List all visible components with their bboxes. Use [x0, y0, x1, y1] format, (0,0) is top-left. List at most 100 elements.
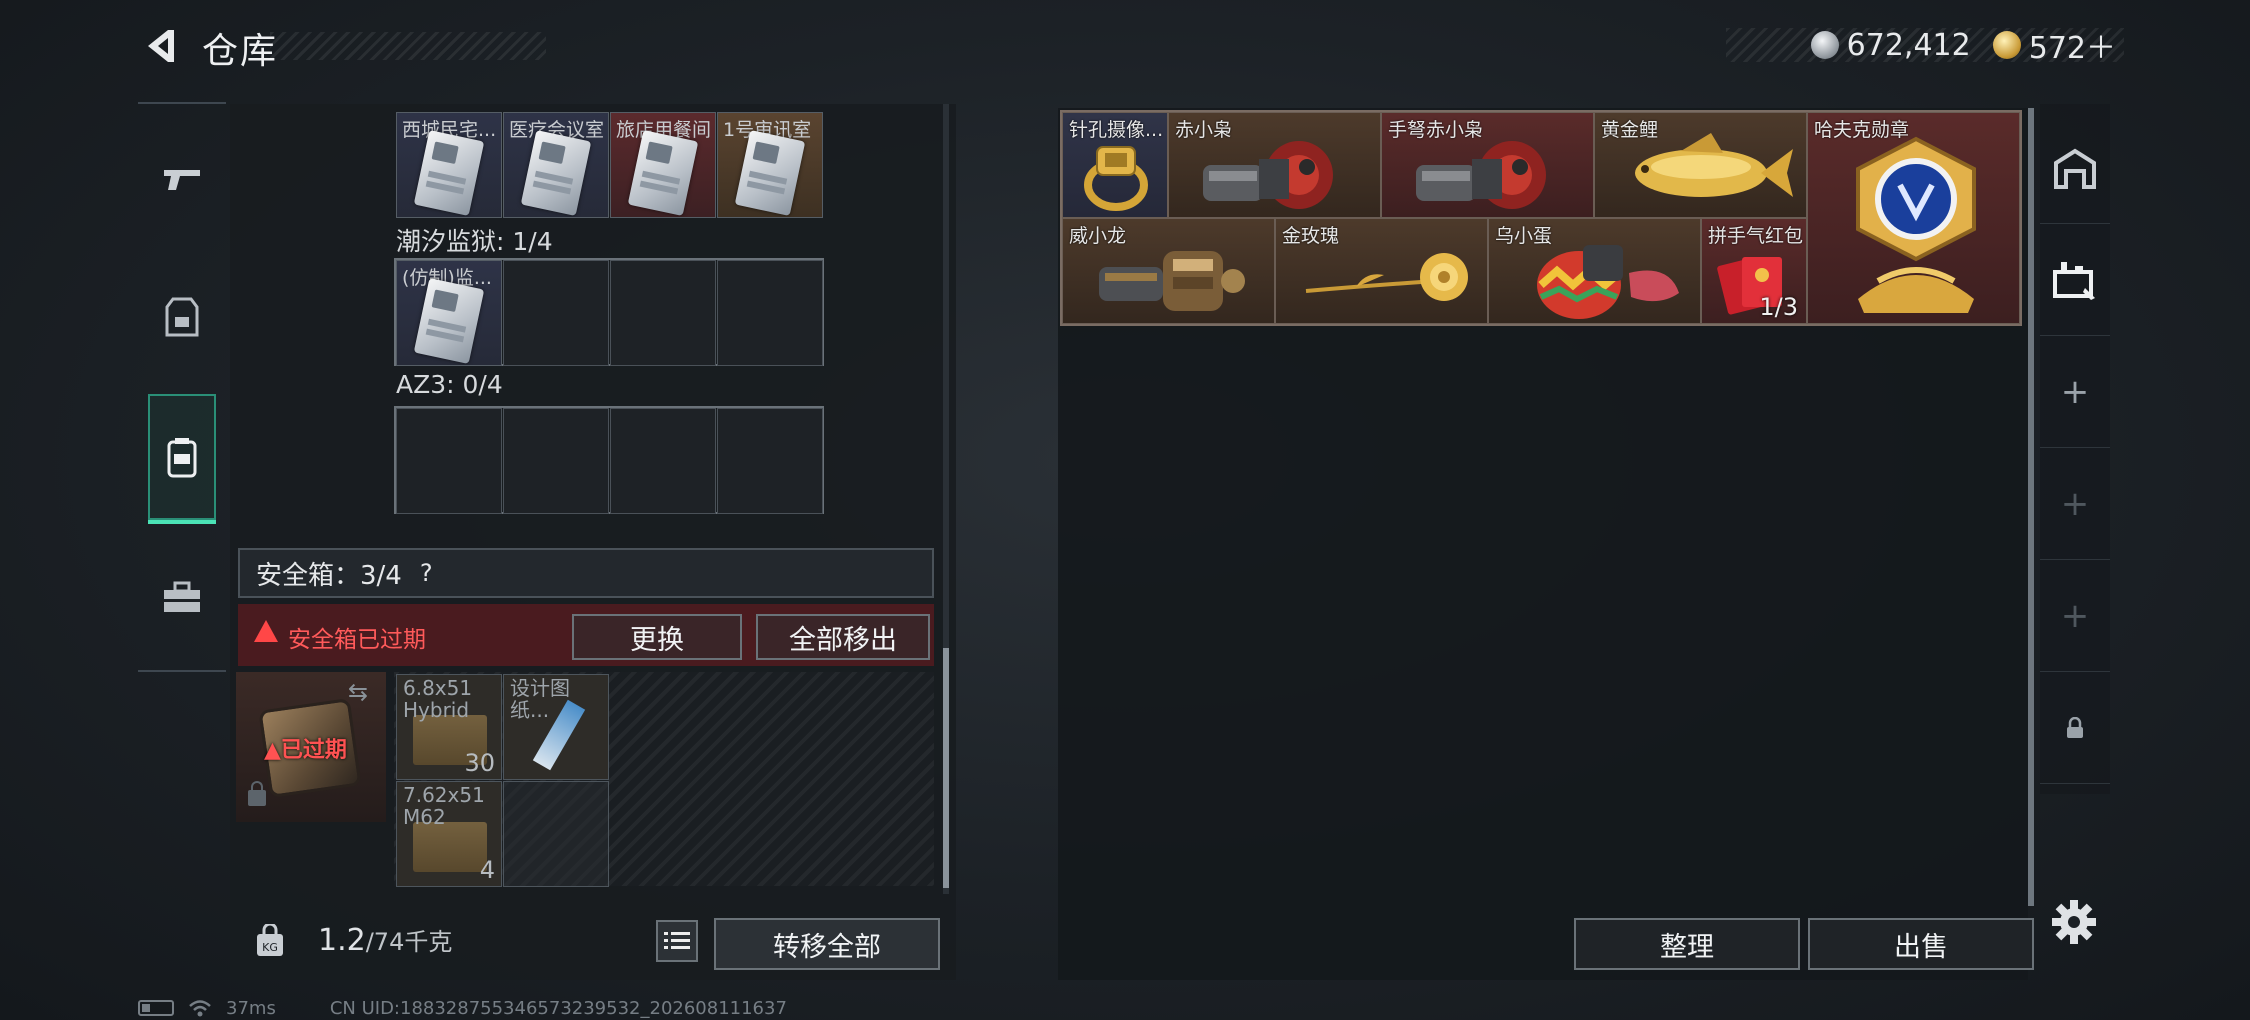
item-name: 针孔摄像... — [1069, 119, 1164, 141]
haavk-medal-icon — [1856, 136, 1976, 313]
sort-button[interactable]: 整理 — [1574, 918, 1800, 970]
stash-item[interactable]: 金玫瑰 — [1275, 218, 1488, 324]
stash-item[interactable]: 手弩赤小枭 — [1381, 112, 1594, 218]
weight-capacity: /74千克 — [365, 928, 453, 956]
stash-item[interactable]: 拼手气红包 1/3 — [1701, 218, 1807, 324]
svg-text:KG: KG — [262, 941, 278, 954]
stash-item[interactable]: 赤小枭 — [1168, 112, 1381, 218]
plus-icon: + — [2060, 483, 2090, 524]
empty-key-slot[interactable] — [610, 260, 716, 366]
weight-readout: 1.2/74千克 — [318, 922, 452, 958]
key-card-slot[interactable]: 医疗会议室 — [503, 112, 609, 218]
nav-weapons[interactable] — [138, 134, 226, 224]
transfer-all-button[interactable]: 转移全部 — [714, 918, 940, 970]
page-title: 仓库 — [202, 31, 279, 72]
add-stash-tab-button[interactable]: + — [2040, 560, 2110, 672]
dragon-gauntlet-icon — [1099, 251, 1245, 311]
item-name: 威小龙 — [1069, 225, 1127, 247]
empty-key-slot[interactable] — [503, 260, 609, 366]
item-name: 乌小蛋 — [1495, 225, 1553, 247]
key-card-slot[interactable]: (仿制)监... — [396, 260, 502, 366]
locked-stash-tab[interactable] — [2040, 672, 2110, 784]
wifi-icon — [189, 1000, 211, 1017]
swap-icon[interactable]: ⇆ — [348, 678, 368, 706]
title-decoration — [270, 32, 546, 60]
add-stash-tab-button[interactable]: + — [2040, 336, 2110, 448]
plus-icon: + — [2060, 595, 2090, 636]
silver-coin-icon — [1810, 31, 1839, 59]
current-weight: 1.2 — [318, 923, 366, 958]
help-icon[interactable]: ? — [420, 559, 433, 587]
lock-icon — [248, 781, 266, 806]
safebox-item[interactable]: 设计图纸... — [503, 674, 609, 780]
golden-rose-icon — [1305, 253, 1468, 301]
item-count: 4 — [479, 856, 495, 884]
red-gauntlet-icon — [1203, 141, 1333, 209]
toolbox-icon — [164, 581, 200, 612]
red-gauntlet-icon — [1416, 141, 1546, 209]
empty-key-slot[interactable] — [396, 408, 502, 514]
gold-coin-icon — [1992, 31, 2021, 59]
safebox-empty-slot[interactable] — [503, 781, 609, 887]
gear-icon[interactable] — [2050, 898, 2098, 946]
ammo-box-icon — [413, 822, 487, 872]
replace-button[interactable]: 更换 — [572, 614, 742, 660]
item-name: 7.62x51 M62 — [403, 783, 485, 829]
stash-item[interactable]: 黄金鲤 — [1594, 112, 1807, 218]
key-card-slot[interactable]: 西城民宅... — [396, 112, 502, 218]
backpack-icon — [167, 438, 197, 478]
kg-weight-icon: KG — [257, 924, 283, 956]
move-all-out-button[interactable]: 全部移出 — [756, 614, 930, 660]
stash-tab-home[interactable] — [2040, 112, 2110, 224]
safebox-header: 安全箱：3/4 ? — [238, 548, 934, 598]
gold-ring-icon — [1084, 146, 1148, 211]
item-count: 30 — [464, 749, 495, 777]
empty-key-slot[interactable] — [610, 408, 716, 514]
item-name: 黄金鲤 — [1601, 119, 1659, 141]
item-name: 金玫瑰 — [1282, 225, 1340, 247]
status-bar: 37ms CN UID:188328755346573239532_202608… — [138, 996, 1038, 1020]
back-arrow-icon[interactable] — [138, 24, 182, 68]
left-scrollbar-thumb[interactable] — [943, 648, 949, 888]
safebox-case-slot[interactable]: ⇆ ▲已过期 — [236, 672, 386, 822]
stash-item[interactable]: 乌小蛋 — [1488, 218, 1701, 324]
nav-armor[interactable] — [138, 272, 226, 362]
sell-button[interactable]: 出售 — [1808, 918, 2034, 970]
stash-item[interactable]: 针孔摄像... — [1062, 112, 1168, 218]
keycard-icon — [734, 130, 806, 216]
stash-tab-collection[interactable] — [2040, 224, 2110, 336]
gold-amount[interactable]: 572＋ — [2029, 23, 2116, 67]
keycard-icon — [520, 130, 592, 216]
safebox-item[interactable]: 7.62x51 M62 4 — [396, 781, 502, 887]
stash-item[interactable]: 哈夫克勋章 — [1807, 112, 2020, 324]
nav-backpack[interactable] — [148, 394, 216, 524]
stash-item[interactable]: 威小龙 — [1062, 218, 1275, 324]
silver-amount: 672,412 — [1846, 27, 1971, 63]
nav-toolbox[interactable] — [138, 552, 226, 642]
battery-icon — [138, 1000, 174, 1016]
list-view-button[interactable] — [656, 920, 698, 962]
weight-lock-button[interactable]: KG — [240, 906, 300, 976]
right-scrollbar[interactable] — [2028, 108, 2034, 906]
currency-bar: 672,412 572＋ — [1726, 27, 2124, 66]
item-name: 哈夫克勋章 — [1814, 119, 1910, 141]
item-count: 1/3 — [1759, 293, 1798, 321]
item-name: 设计图纸... — [510, 676, 570, 722]
keycard-icon — [413, 278, 485, 364]
item-name: 6.8x51 Hybrid — [403, 676, 473, 722]
safebox-label: 安全箱：3/4 — [256, 560, 402, 591]
empty-key-slot[interactable] — [717, 408, 823, 514]
add-stash-tab-button[interactable]: + — [2040, 448, 2110, 560]
keycard-icon — [413, 130, 485, 216]
empty-key-slot[interactable] — [717, 260, 823, 366]
empty-key-slot[interactable] — [503, 408, 609, 514]
safebox-item[interactable]: 6.8x51 Hybrid 30 — [396, 674, 502, 780]
item-name: 拼手气红包 — [1708, 225, 1804, 247]
key-card-slot[interactable]: 1号审讯室 — [717, 112, 823, 218]
warning-icon — [254, 620, 278, 642]
key-group-label: 潮汐监狱: 1/4 — [396, 227, 553, 256]
plus-icon: + — [2060, 371, 2090, 412]
expired-warning-text: 安全箱已过期 — [288, 627, 426, 653]
key-card-slot[interactable]: 旅店用餐间 — [610, 112, 716, 218]
item-name: 手弩赤小枭 — [1388, 119, 1484, 141]
